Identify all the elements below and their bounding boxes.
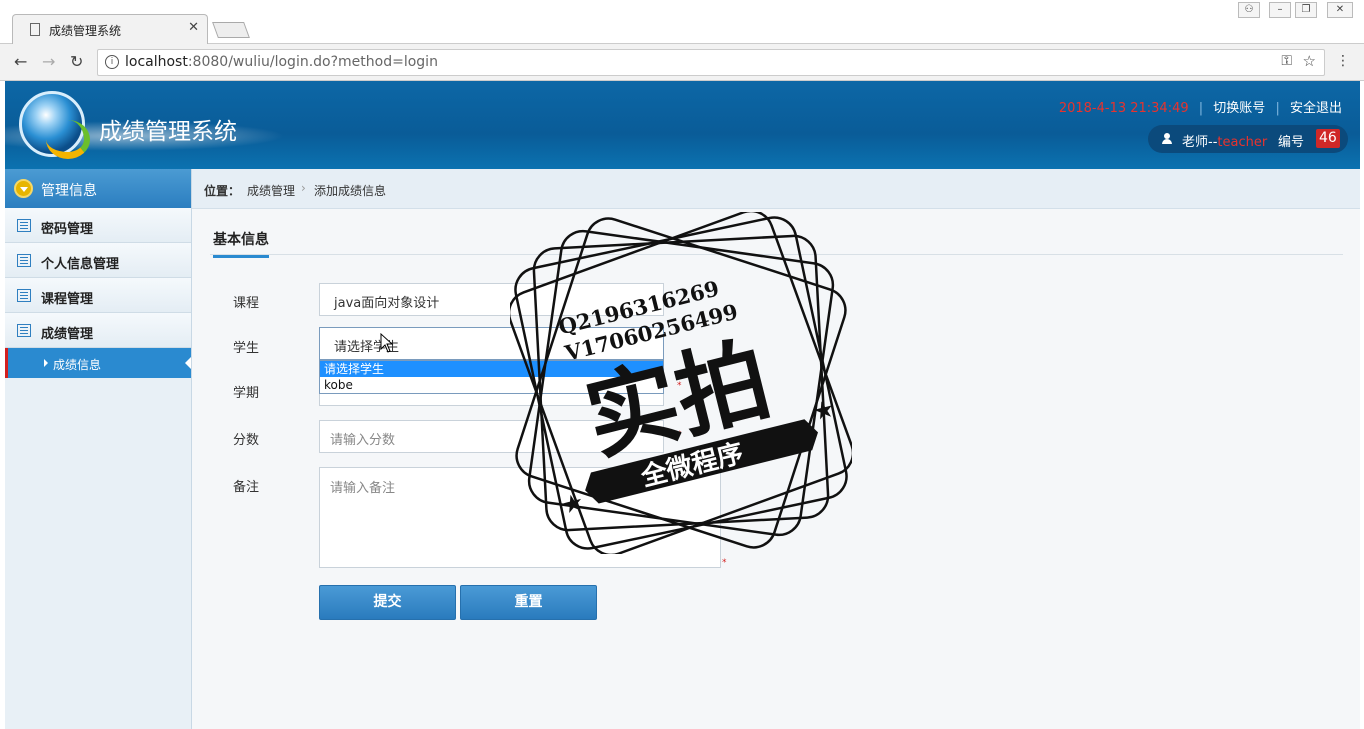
- logout-link[interactable]: 安全退出: [1290, 101, 1342, 116]
- dropdown-option[interactable]: 请选择学生: [320, 361, 663, 377]
- caret-right-icon: [44, 359, 48, 367]
- browser-tab[interactable]: 成绩管理系统 ✕: [12, 14, 208, 45]
- term-select[interactable]: [319, 394, 664, 406]
- student-dropdown-list: 请选择学生 kobe: [319, 360, 664, 394]
- sidebar-subitem-grade-info[interactable]: 成绩信息: [5, 348, 191, 378]
- minimize-button[interactable]: –: [1269, 2, 1291, 18]
- required-mark: *: [722, 558, 727, 568]
- sidebar-item-password[interactable]: 密码管理: [5, 208, 191, 243]
- close-window-button[interactable]: ✕: [1327, 2, 1353, 18]
- reload-icon[interactable]: ↻: [70, 52, 83, 71]
- sidebar-subitem-label: 成绩信息: [53, 358, 102, 372]
- list-icon: [17, 289, 31, 302]
- required-mark: *: [677, 381, 682, 391]
- student-label: 学生: [233, 341, 260, 356]
- reset-button[interactable]: 重置: [460, 585, 597, 620]
- sidebar-header[interactable]: 管理信息: [5, 169, 191, 208]
- breadcrumb: 位置： 成绩管理 › 添加成绩信息: [192, 169, 1360, 209]
- user-name: 老师--teacher: [1182, 135, 1268, 150]
- score-placeholder: 请输入分数: [330, 433, 396, 448]
- document-icon: [30, 23, 40, 36]
- sidebar-item-grades[interactable]: 成绩管理: [5, 313, 191, 348]
- mouse-cursor-icon: [380, 333, 394, 353]
- sidebar-item-courses[interactable]: 课程管理: [5, 278, 191, 313]
- breadcrumb-level2: 添加成绩信息: [314, 184, 387, 198]
- address-bar-row: ← → ↻ i localhost:8080/wuliu/login.do?me…: [0, 44, 1364, 81]
- course-value: java面向对象设计: [334, 296, 440, 311]
- globe-logo-icon: [19, 91, 90, 159]
- course-label: 课程: [233, 296, 260, 311]
- note-label: 备注: [233, 480, 260, 495]
- app-header: 成绩管理系统 2018-4-13 21:34:49 | 切换账号 | 安全退出 …: [5, 81, 1360, 169]
- app-title: 成绩管理系统: [99, 119, 237, 145]
- section-header: 基本信息: [210, 227, 1343, 258]
- menu-dots-icon[interactable]: ⋮: [1336, 53, 1350, 69]
- sidebar-item-label: 成绩管理: [41, 327, 94, 342]
- dropdown-option[interactable]: kobe: [320, 377, 663, 393]
- note-textarea[interactable]: 请输入备注: [319, 467, 721, 568]
- browser-tab-bar: 成绩管理系统 ✕ ⚇ – ❐ ✕: [0, 0, 1364, 45]
- student-select[interactable]: 请选择学生: [319, 327, 664, 360]
- sidebar-title: 管理信息: [41, 183, 97, 199]
- required-mark: *: [677, 430, 682, 440]
- datetime: 2018-4-13 21:34:49: [1058, 101, 1189, 116]
- tab-title: 成绩管理系统: [49, 24, 122, 38]
- sidebar-item-label: 课程管理: [41, 292, 94, 307]
- term-label: 学期: [233, 386, 260, 401]
- back-arrow-icon[interactable]: ←: [14, 52, 27, 71]
- sidebar-item-label: 个人信息管理: [41, 257, 120, 272]
- header-links: 2018-4-13 21:34:49 | 切换账号 | 安全退出: [1058, 101, 1342, 116]
- key-icon[interactable]: ⚿: [1281, 53, 1292, 69]
- switch-account-link[interactable]: 切换账号: [1213, 101, 1265, 116]
- user-id-badge: 46: [1316, 129, 1340, 148]
- note-placeholder: 请输入备注: [330, 481, 396, 496]
- score-label: 分数: [233, 433, 260, 448]
- active-notch: [185, 357, 191, 369]
- section-title: 基本信息: [213, 229, 269, 258]
- main-content: 位置： 成绩管理 › 添加成绩信息 基本信息 课程 java面向对象设计 学生 …: [192, 169, 1360, 729]
- chevron-right-icon: ›: [301, 181, 306, 195]
- new-tab-button[interactable]: [212, 22, 250, 38]
- chevron-down-icon: [14, 179, 33, 198]
- forward-arrow-icon[interactable]: →: [42, 52, 55, 71]
- sidebar-item-label: 密码管理: [41, 222, 94, 237]
- info-icon[interactable]: i: [105, 55, 119, 69]
- user-icon: [1162, 133, 1172, 144]
- close-tab-icon[interactable]: ✕: [188, 20, 199, 35]
- star-icon[interactable]: ☆: [1303, 52, 1316, 70]
- list-icon: [17, 254, 31, 267]
- user-info-pill: 老师--teacher 编号 46: [1148, 125, 1348, 153]
- score-input[interactable]: 请输入分数: [319, 420, 664, 453]
- sidebar: 管理信息 密码管理 个人信息管理 课程管理 成绩管理 成绩信息: [5, 169, 192, 729]
- url-text: localhost:8080/wuliu/login.do?method=log…: [125, 54, 438, 70]
- list-icon: [17, 324, 31, 337]
- list-icon: [17, 219, 31, 232]
- url-field[interactable]: i localhost:8080/wuliu/login.do?method=l…: [97, 49, 1325, 76]
- restore-button[interactable]: ❐: [1295, 2, 1317, 18]
- breadcrumb-level1[interactable]: 成绩管理: [247, 182, 295, 199]
- profile-icon[interactable]: ⚇: [1238, 2, 1260, 18]
- breadcrumb-label: 位置：: [204, 184, 241, 198]
- submit-button[interactable]: 提交: [319, 585, 456, 620]
- course-select[interactable]: java面向对象设计: [319, 283, 664, 316]
- user-id-label: 编号: [1278, 135, 1305, 150]
- sidebar-item-profile[interactable]: 个人信息管理: [5, 243, 191, 278]
